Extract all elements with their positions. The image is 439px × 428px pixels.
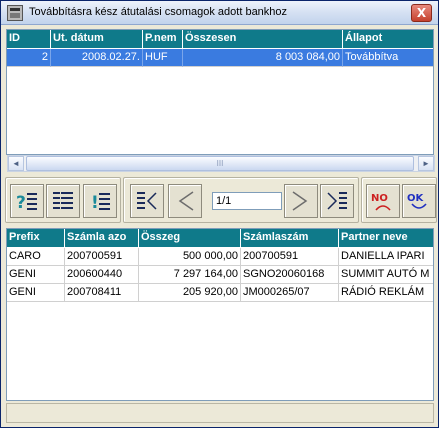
query-list-icon: ? xyxy=(16,193,37,213)
cell-account-id: 200708411 xyxy=(65,284,139,302)
app-window: Továbbításra kész átutalási csomagok ado… xyxy=(0,0,439,428)
title-bar: Továbbításra kész átutalási csomagok ado… xyxy=(1,1,438,25)
svg-text:!: ! xyxy=(91,193,99,213)
cell-amount: 7 297 164,00 xyxy=(139,266,241,284)
column-header-account-id[interactable]: Számla azo xyxy=(65,229,139,247)
list-icon xyxy=(53,192,73,209)
app-icon xyxy=(7,5,23,21)
cell-amount: 500 000,00 xyxy=(139,248,241,266)
table-row[interactable]: GENI 200600440 7 297 164,00 SGNO20060168… xyxy=(7,266,433,284)
page-indicator-input[interactable] xyxy=(212,192,282,210)
cell-account-id: 200600440 xyxy=(65,266,139,284)
no-label: NO xyxy=(371,193,388,204)
view-button-group: ? ! xyxy=(5,177,121,223)
svg-text:?: ? xyxy=(16,193,26,213)
no-face-icon: NO xyxy=(371,193,391,211)
table-row[interactable]: CARO 200700591 500 000,00 200700591 DANI… xyxy=(7,248,433,266)
close-button[interactable]: X xyxy=(411,4,432,22)
cell-total: 8 003 084,00 xyxy=(183,49,343,67)
cell-partner-name: SUMMIT AUTÓ M xyxy=(339,266,433,284)
column-header-amount[interactable]: Összeg xyxy=(139,229,241,247)
previous-record-button[interactable] xyxy=(168,184,202,218)
cell-account-number: JM000265/07 xyxy=(241,284,339,302)
column-header-status[interactable]: Állapot xyxy=(343,30,433,48)
scroll-left-button[interactable]: ◄ xyxy=(8,156,24,171)
cell-amount: 205 920,00 xyxy=(139,284,241,302)
cell-account-id: 200700591 xyxy=(65,248,139,266)
toolbar: ? ! 1/1 NO OK xyxy=(5,177,437,223)
first-record-icon xyxy=(137,192,157,210)
cell-partner-name: RÁDIÓ REKLÁM xyxy=(339,284,433,302)
invoices-grid[interactable]: Prefix Számla azo Összeg Számlaszám Part… xyxy=(6,228,434,401)
cell-prefix: CARO xyxy=(7,248,65,266)
cell-account-number: 200700591 xyxy=(241,248,339,266)
next-record-button[interactable] xyxy=(284,184,318,218)
last-record-icon xyxy=(327,192,347,210)
column-header-partner-name[interactable]: Partner neve xyxy=(339,229,433,247)
no-cancel-button[interactable]: NO xyxy=(366,184,400,218)
cell-account-number: SGNO20060168 xyxy=(241,266,339,284)
column-header-currency[interactable]: P.nem xyxy=(143,30,183,48)
cell-date: 2008.02.27. xyxy=(51,49,143,67)
column-header-account-number[interactable]: Számlaszám xyxy=(241,229,339,247)
cell-prefix: GENI xyxy=(7,284,65,302)
query-list-button[interactable]: ? xyxy=(10,184,44,218)
table-row[interactable]: GENI 200708411 205 920,00 JM000265/07 RÁ… xyxy=(7,284,433,302)
confirm-button-group: NO OK xyxy=(361,177,437,223)
details-list-icon: ! xyxy=(91,193,110,213)
scroll-thumb[interactable]: III xyxy=(26,156,414,171)
scroll-right-button[interactable]: ► xyxy=(418,156,434,171)
cell-currency: HUF xyxy=(143,49,183,67)
column-header-id[interactable]: ID xyxy=(7,30,51,48)
cell-status: Továbbítva xyxy=(343,49,433,67)
first-record-button[interactable] xyxy=(130,184,164,218)
table-row[interactable]: 2 2008.02.27. HUF 8 003 084,00 Továbbítv… xyxy=(7,49,433,67)
packages-grid[interactable]: ID Ut. dátum P.nem Összesen Állapot 2 20… xyxy=(6,29,434,155)
cell-partner-name: DANIELLA IPARI xyxy=(339,248,433,266)
column-header-prefix[interactable]: Prefix xyxy=(7,229,65,247)
packages-horizontal-scrollbar[interactable]: ◄ III ► xyxy=(7,155,435,172)
cell-prefix: GENI xyxy=(7,266,65,284)
next-arrow-icon xyxy=(292,191,308,211)
column-header-date[interactable]: Ut. dátum xyxy=(51,30,143,48)
last-record-button[interactable] xyxy=(320,184,354,218)
details-list-button[interactable]: ! xyxy=(83,184,117,218)
status-bar xyxy=(6,403,434,423)
full-list-button[interactable] xyxy=(46,184,80,218)
previous-arrow-icon xyxy=(178,191,194,211)
cell-id: 2 xyxy=(7,49,51,67)
ok-face-icon: OK xyxy=(407,193,427,209)
navigation-button-group xyxy=(123,177,359,223)
column-header-total[interactable]: Összesen xyxy=(183,30,343,48)
ok-label: OK xyxy=(407,193,425,204)
window-title: Továbbításra kész átutalási csomagok ado… xyxy=(29,6,288,18)
ok-confirm-button[interactable]: OK xyxy=(402,184,436,218)
